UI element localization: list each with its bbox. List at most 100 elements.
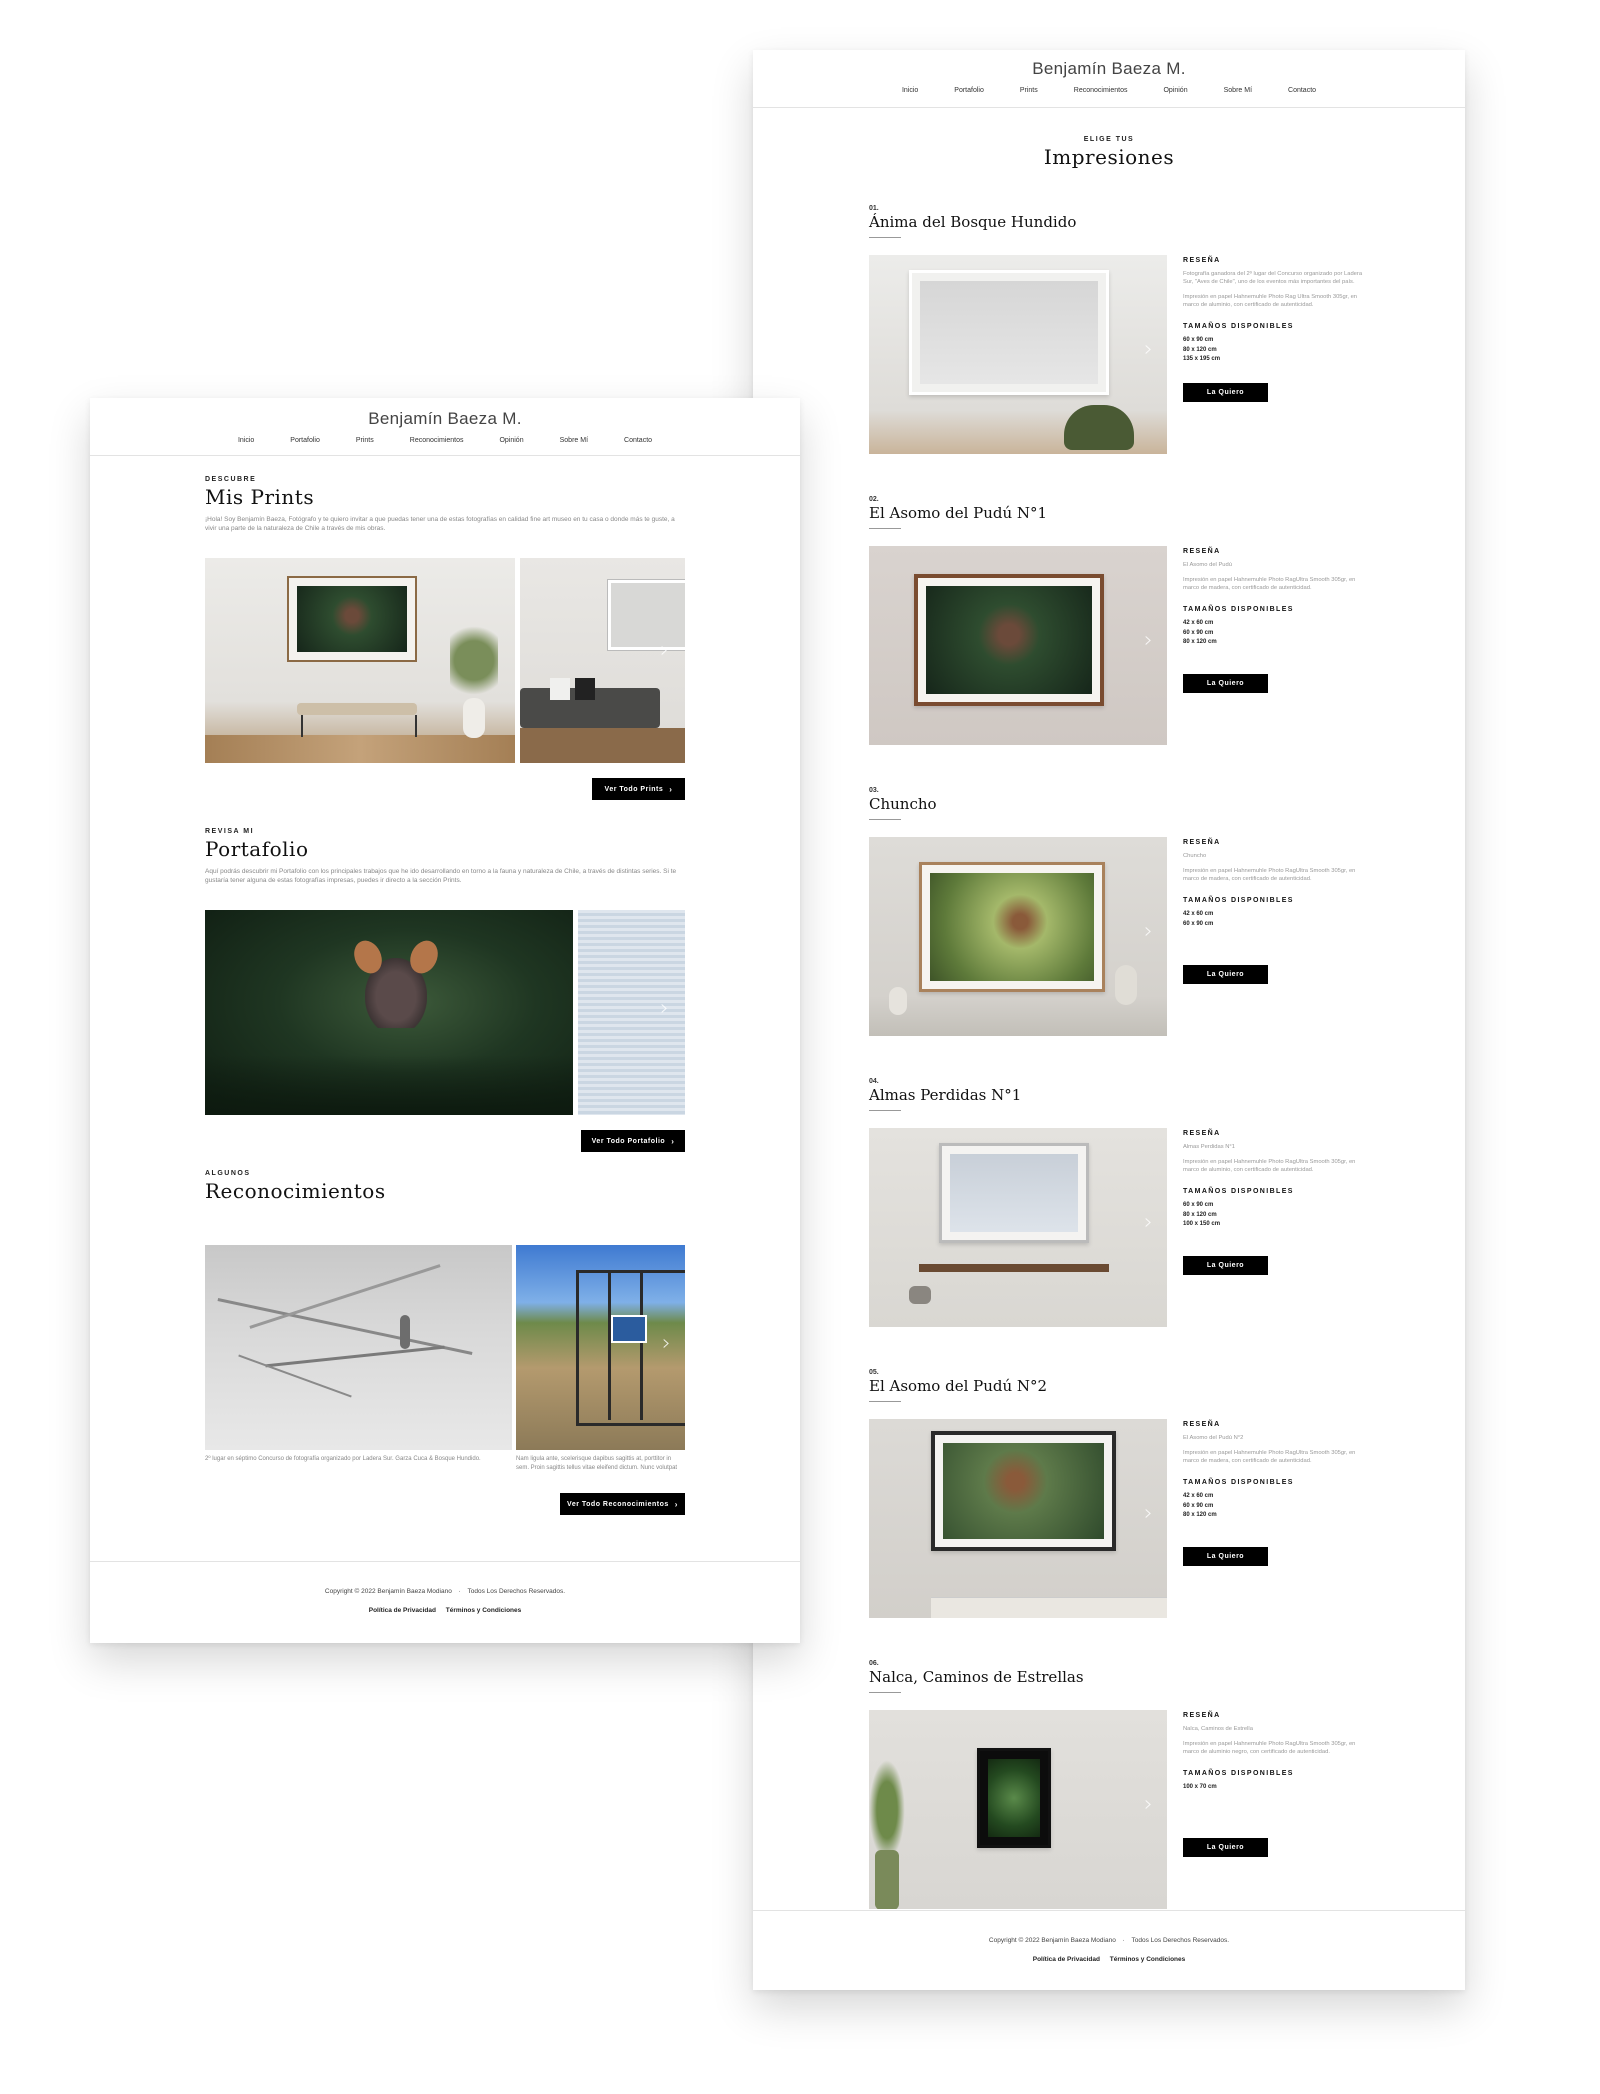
carousel-next-arrow-icon[interactable]: › (1144, 919, 1153, 944)
carousel-next-arrow-icon[interactable]: › (1144, 337, 1153, 362)
portfolio-carousel-image-water[interactable] (578, 910, 685, 1115)
print-carousel-image-pudu-room[interactable] (205, 558, 515, 763)
nav-item-contacto[interactable]: Contacto (624, 437, 652, 444)
home-page-screenshot: Benjamín Baeza M. Inicio Portafolio Prin… (90, 398, 800, 1643)
print-item-photo[interactable]: › (869, 837, 1167, 1036)
chevron-right-icon: › (674, 1499, 678, 1509)
buy-button-label: La Quiero (1206, 1262, 1245, 1269)
size-option: 80 x 120 cm (1183, 346, 1217, 353)
nav-item-portafolio[interactable]: Portafolio (290, 437, 320, 444)
size-option: 60 x 90 cm (1183, 1502, 1214, 1509)
nav-item-inicio[interactable]: Inicio (238, 437, 254, 444)
chevron-right-icon: › (671, 1136, 675, 1146)
footer-link-privacy[interactable]: Política de Privacidad (1033, 1956, 1100, 1963)
site-brand[interactable]: Benjamín Baeza M. (753, 50, 1465, 79)
review-heading: RESEÑA (1183, 1130, 1221, 1137)
buy-button[interactable]: La Quiero (1183, 383, 1268, 402)
print-item-number: 03. (869, 787, 879, 794)
print-item-info: RESEÑA Chuncho Impresión en papel Hahnem… (1183, 837, 1363, 929)
award-image-exhibition[interactable] (516, 1245, 685, 1450)
site-header: Benjamín Baeza M. Inicio Portafolio Prin… (90, 398, 800, 456)
size-option: 80 x 120 cm (1183, 1211, 1217, 1218)
footer-link-terms[interactable]: Términos y Condiciones (1110, 1956, 1186, 1963)
prints-eyebrow: ELIGE TUS (1083, 136, 1135, 143)
portfolio-eyebrow: REVISA MI (205, 828, 255, 835)
buy-button-label: La Quiero (1206, 680, 1245, 687)
print-item: 06. Nalca, Caminos de Estrellas › RESEÑA… (869, 1660, 1369, 1930)
view-all-awards-label: Ver Todo Reconocimientos (567, 1500, 669, 1508)
prints-eyebrow: DESCUBRE (205, 476, 257, 483)
view-all-prints-button[interactable]: Ver Todo Prints › (592, 778, 685, 800)
size-option: 80 x 120 cm (1183, 638, 1217, 645)
carousel-next-arrow-icon[interactable]: › (660, 638, 669, 663)
review-heading: RESEÑA (1183, 257, 1221, 264)
carousel-next-arrow-icon[interactable]: › (1144, 1501, 1153, 1526)
print-item-divider (869, 528, 901, 529)
print-item-number: 06. (869, 1660, 879, 1667)
footer-copyright-line: Copyright © 2022 Benjamín Baeza Modiano … (753, 1937, 1465, 1944)
footer-link-privacy[interactable]: Política de Privacidad (369, 1607, 436, 1614)
carousel-next-arrow-icon[interactable]: › (1144, 1792, 1153, 1817)
sizes-list: 60 x 90 cm 80 x 120 cm 135 x 195 cm (1183, 336, 1363, 364)
print-item-photo[interactable]: › (869, 1128, 1167, 1327)
carousel-next-arrow-icon[interactable]: › (660, 996, 669, 1021)
footer-links: Política de Privacidad Términos y Condic… (90, 1607, 800, 1614)
awards-section-heading: ALGUNOS Reconocimientos (205, 1170, 680, 1203)
print-item-info: RESEÑA Nalca, Caminos de Estrella Impres… (1183, 1710, 1363, 1793)
size-option: 100 x 70 cm (1183, 1784, 1217, 1791)
nav-item-reconocimientos[interactable]: Reconocimientos (1074, 87, 1128, 94)
nav-item-reconocimientos[interactable]: Reconocimientos (410, 437, 464, 444)
nav-item-opinion[interactable]: Opinión (1163, 87, 1187, 94)
review-heading: RESEÑA (1183, 1421, 1221, 1428)
buy-button[interactable]: La Quiero (1183, 1838, 1268, 1857)
buy-button[interactable]: La Quiero (1183, 965, 1268, 984)
nav-item-portafolio[interactable]: Portafolio (954, 87, 984, 94)
footer-links: Política de Privacidad Términos y Condic… (753, 1956, 1465, 1963)
nav-item-sobre-mi[interactable]: Sobre Mí (1224, 87, 1252, 94)
view-all-awards-button[interactable]: Ver Todo Reconocimientos › (560, 1493, 685, 1515)
footer-copyright: Copyright © 2022 Benjamín Baeza Modiano (324, 1588, 452, 1595)
view-all-portfolio-button[interactable]: Ver Todo Portafolio › (581, 1130, 685, 1152)
print-item-photo[interactable]: › (869, 1710, 1167, 1909)
buy-button[interactable]: La Quiero (1183, 1256, 1268, 1275)
award-caption-1: 2º lugar en séptimo Concurso de fotograf… (205, 1456, 481, 1462)
prints-heading: ELIGE TUS Impresiones (753, 136, 1465, 169)
award-image-heron[interactable] (205, 1245, 512, 1450)
site-brand[interactable]: Benjamín Baeza M. (90, 398, 800, 429)
footer-rights: Todos Los Derechos Reservados. (1131, 1937, 1230, 1944)
print-item-photo[interactable]: › (869, 255, 1167, 454)
carousel-next-arrow-icon[interactable]: › (1144, 1210, 1153, 1235)
vase (1115, 965, 1137, 1005)
print-item-info: RESEÑA Fotografía ganadora del 2º lugar … (1183, 255, 1363, 364)
portfolio-section-heading: REVISA MI Portafolio Aquí podrás descubr… (205, 828, 685, 886)
nav-item-contacto[interactable]: Contacto (1288, 87, 1316, 94)
buy-button[interactable]: La Quiero (1183, 674, 1268, 693)
print-item-title: El Asomo del Pudú N°2 (869, 1377, 1048, 1395)
nav-item-sobre-mi[interactable]: Sobre Mí (560, 437, 588, 444)
footer-link-terms[interactable]: Términos y Condiciones (446, 1607, 522, 1614)
print-item: 02. El Asomo del Pudú N°1 › RESEÑA El As… (869, 496, 1369, 766)
print-item-photo[interactable]: › (869, 546, 1167, 745)
print-item: 04. Almas Perdidas N°1 › RESEÑA Almas Pe… (869, 1078, 1369, 1348)
review-text: Nalca, Caminos de Estrella (1183, 1726, 1253, 1732)
paper-text: Impresión en papel Hahnemuhle Photo RagU… (1183, 577, 1356, 592)
print-item-divider (869, 819, 901, 820)
footer-separator: · (458, 1588, 461, 1595)
paper-text: Impresión en papel Hahnemuhle Photo RagU… (1183, 1159, 1356, 1174)
portfolio-carousel-image-pudu[interactable] (205, 910, 573, 1115)
sizes-heading: TAMAÑOS DISPONIBLES (1183, 897, 1294, 905)
buy-button[interactable]: La Quiero (1183, 1547, 1268, 1566)
nav-item-prints[interactable]: Prints (356, 437, 374, 444)
size-option: 80 x 120 cm (1183, 1511, 1217, 1518)
review-text: Almas Perdidas N°1 (1183, 1144, 1235, 1150)
carousel-next-arrow-icon[interactable]: › (662, 1331, 671, 1356)
carousel-next-arrow-icon[interactable]: › (1144, 628, 1153, 653)
award-caption-2: Nam ligula ante, scelerisque dapibus sag… (516, 1456, 678, 1471)
nav-item-prints[interactable]: Prints (1020, 87, 1038, 94)
print-item-photo[interactable]: › (869, 1419, 1167, 1618)
framed-print (939, 1143, 1089, 1243)
framed-print (287, 576, 417, 662)
print-item-title: Chuncho (869, 795, 937, 813)
nav-item-inicio[interactable]: Inicio (902, 87, 918, 94)
nav-item-opinion[interactable]: Opinión (499, 437, 523, 444)
